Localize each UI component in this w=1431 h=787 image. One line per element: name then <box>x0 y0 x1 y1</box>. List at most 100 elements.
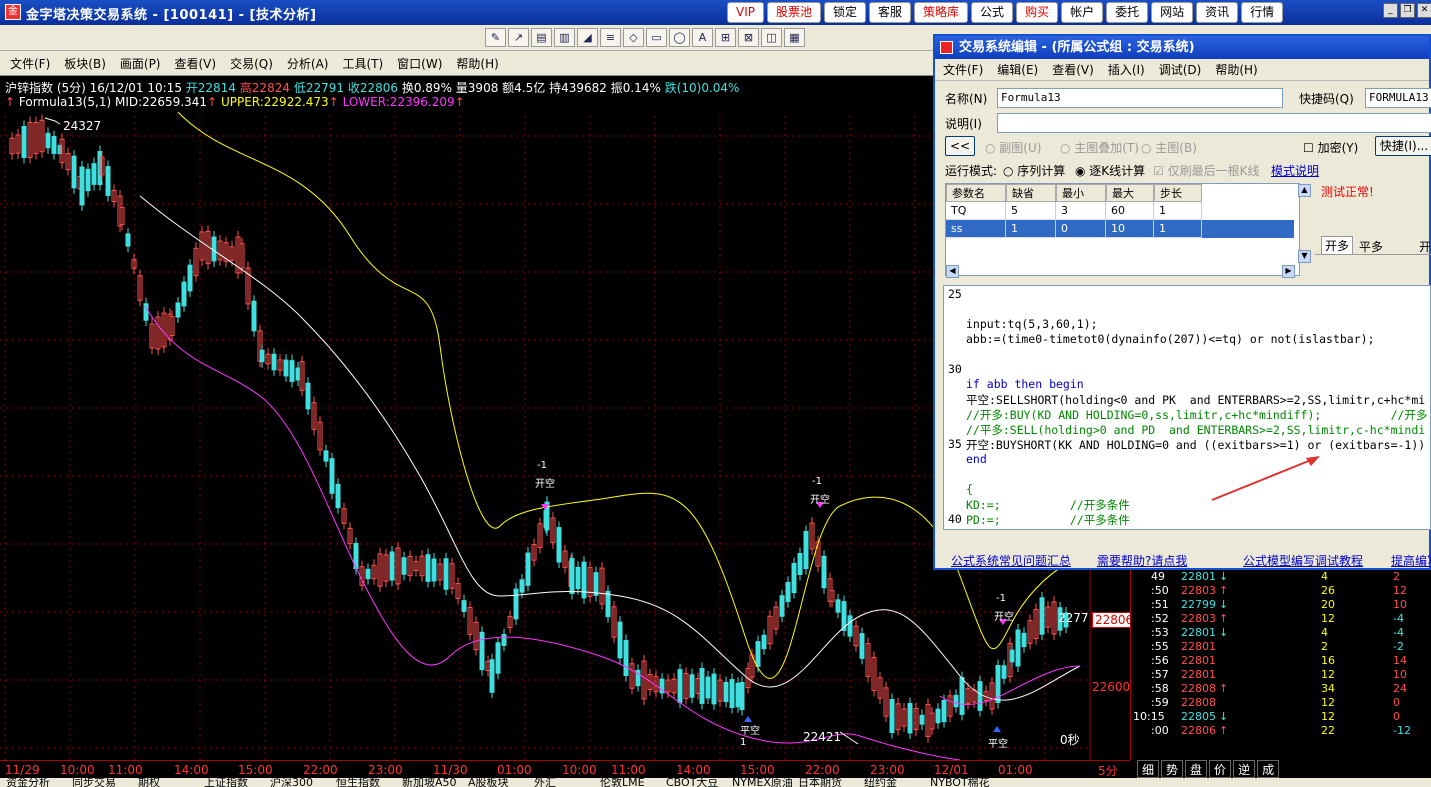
status-item[interactable]: 沪深300 <box>270 778 313 787</box>
tab-close-long[interactable]: 平多 <box>1359 238 1383 255</box>
detail-tab[interactable]: 成 <box>1257 760 1280 778</box>
scroll-left-icon[interactable]: ◀ <box>946 265 959 278</box>
drawing-tool-icon[interactable]: ✎ <box>485 28 506 47</box>
detail-tab[interactable]: 价 <box>1209 760 1232 778</box>
top-button[interactable]: 公式 <box>971 2 1014 23</box>
drawing-tool-icon[interactable]: ▤ <box>531 28 552 47</box>
menu-item[interactable]: 交易(Q) <box>230 55 273 72</box>
drawing-tool-icon[interactable]: ▭ <box>646 28 667 47</box>
run-mode-label: 运行模式: <box>945 164 998 178</box>
status-item[interactable]: CBOT大豆 <box>666 778 718 787</box>
drawing-tool-icon[interactable]: ⊠ <box>738 28 759 47</box>
top-button[interactable]: 客服 <box>869 2 912 23</box>
radio-sub-chart[interactable]: ○ 副图(U) <box>985 139 1041 156</box>
bar-date: 16/12/01 10:15 <box>89 81 182 95</box>
top-button[interactable]: VIP <box>727 2 764 23</box>
param-row[interactable]: TQ 5 3 60 1 <box>946 202 1294 220</box>
top-button[interactable]: 锁定 <box>824 2 867 23</box>
detail-tab[interactable]: 盘 <box>1185 760 1208 778</box>
status-item[interactable]: 同步交易 <box>72 778 116 787</box>
menu-item[interactable]: 工具(T) <box>342 55 383 72</box>
dialog-menu-item[interactable]: 查看(V) <box>1052 61 1094 78</box>
status-item[interactable]: 日本期货 <box>798 778 842 787</box>
status-item[interactable]: 外汇 <box>534 778 556 787</box>
dialog-menu-item[interactable]: 编辑(E) <box>997 61 1038 78</box>
scroll-right-icon[interactable]: ▶ <box>1282 265 1295 278</box>
status-item[interactable]: NYBOT棉花 <box>930 778 990 787</box>
drawing-tool-icon[interactable]: ◫ <box>761 28 782 47</box>
mode-per-bar-radio[interactable]: ◉ 逐K线计算 <box>1075 162 1145 179</box>
detail-tab[interactable]: 势 <box>1161 760 1184 778</box>
mode-last-bar-checkbox[interactable]: ☑ 仅刷最后一根K线 <box>1153 162 1259 179</box>
status-item[interactable]: A股板块 <box>468 778 509 787</box>
top-button[interactable]: 股票池 <box>766 2 821 23</box>
dialog-menu-item[interactable]: 帮助(H) <box>1215 61 1257 78</box>
top-button[interactable]: 网站 <box>1151 2 1194 23</box>
tab-open-more[interactable]: 开 <box>1419 238 1431 255</box>
drawing-tool-icon[interactable]: ◢ <box>577 28 598 47</box>
menu-item[interactable]: 板块(B) <box>64 55 106 72</box>
detail-tab[interactable]: 细 <box>1137 760 1160 778</box>
status-item[interactable]: NYMEX原油 <box>732 778 793 787</box>
mode-sequence-radio[interactable]: ○ 序列计算 <box>1003 162 1065 179</box>
status-item[interactable]: 期权 <box>138 778 160 787</box>
drawing-tool-icon[interactable]: ◇ <box>623 28 644 47</box>
close-price: 收22806 <box>347 81 399 95</box>
scroll-down-icon[interactable]: ▼ <box>1298 250 1311 263</box>
minimize-icon[interactable]: _ <box>1383 3 1398 18</box>
status-item[interactable]: 资金分析 <box>6 778 50 787</box>
status-item[interactable]: 伦敦LME <box>600 778 645 787</box>
top-button[interactable]: 策略库 <box>914 2 969 23</box>
encrypt-checkbox[interactable]: ☐ 加密(Y) <box>1303 139 1358 156</box>
close-icon[interactable]: ✕ <box>1417 3 1431 18</box>
radio-main-chart[interactable]: ○ 主图(B) <box>1141 139 1197 156</box>
name-input[interactable]: Formula13 <box>997 88 1283 108</box>
menu-item[interactable]: 分析(A) <box>287 55 329 72</box>
shortcut-input[interactable]: FORMULA13 <box>1365 88 1431 108</box>
candle-body <box>797 553 803 575</box>
drawing-tool-icon[interactable]: ⊞ <box>715 28 736 47</box>
menu-item[interactable]: 画面(P) <box>120 55 161 72</box>
menu-item[interactable]: 帮助(H) <box>456 55 498 72</box>
tick-trade-list[interactable]: 49 22801 ↓ 4 2:50 22803 ↑ 26 12:51 22799 ↓ 20 10:52 2… <box>1130 568 1431 760</box>
top-button[interactable]: 委托 <box>1106 2 1149 23</box>
help-link[interactable]: 需要帮助?请点我 <box>1097 552 1187 569</box>
status-item[interactable]: 纽约金 <box>864 778 897 787</box>
param-row[interactable]: ss 1 0 10 1 <box>946 220 1294 238</box>
help-link[interactable]: 公式模型编写调试教程 <box>1243 552 1363 569</box>
drawing-tool-icon[interactable]: ▦ <box>784 28 805 47</box>
candle-body <box>461 600 467 612</box>
radio-main-overlay[interactable]: ○ 主图叠加(T) <box>1060 139 1139 156</box>
detail-tab[interactable]: 逆 <box>1233 760 1256 778</box>
status-item[interactable]: 上证指数 <box>204 778 248 787</box>
top-button[interactable]: 资讯 <box>1196 2 1239 23</box>
menu-item[interactable]: 窗口(W) <box>397 55 442 72</box>
dialog-menu-item[interactable]: 插入(I) <box>1108 61 1145 78</box>
drawing-tool-icon[interactable]: ↗ <box>508 28 529 47</box>
status-item[interactable]: 新加坡A50 <box>402 778 457 787</box>
dialog-menu-item[interactable]: 调试(D) <box>1159 61 1202 78</box>
mode-help-link[interactable]: 模式说明 <box>1271 162 1319 179</box>
drawing-tool-icon[interactable]: A <box>692 28 713 47</box>
candle-body <box>251 300 257 332</box>
collapse-button[interactable]: << <box>945 136 975 156</box>
top-button[interactable]: 帐户 <box>1061 2 1104 23</box>
scroll-up-icon[interactable]: ▲ <box>1298 184 1311 197</box>
quick-button[interactable]: 快捷(I)... <box>1375 136 1431 156</box>
help-link[interactable]: 公式系统常见问题汇总 <box>951 552 1071 569</box>
description-input[interactable] <box>997 113 1431 133</box>
drawing-tool-icon[interactable]: ≡ <box>600 28 621 47</box>
top-button[interactable]: 购买 <box>1016 2 1059 23</box>
status-item[interactable]: 恒生指数 <box>336 778 380 787</box>
code-editor[interactable]: 25 input:tq(5,3,60,1); abb:=(time0-timetot… <box>943 285 1431 530</box>
tab-open-long[interactable]: 开多 <box>1321 236 1354 254</box>
menu-item[interactable]: 文件(F) <box>10 55 50 72</box>
drawing-tool-icon[interactable]: ▥ <box>554 28 575 47</box>
help-link[interactable]: 提高编写 <box>1391 552 1431 569</box>
drawing-tool-icon[interactable]: ◯ <box>669 28 690 47</box>
parameter-table[interactable]: 参数名 缺省 最小 最大 步长 TQ 5 3 60 1 ss 1 0 10 1 <box>945 183 1300 276</box>
restore-icon[interactable]: ❐ <box>1400 3 1415 18</box>
menu-item[interactable]: 查看(V) <box>175 55 217 72</box>
dialog-menu-item[interactable]: 文件(F) <box>943 61 983 78</box>
top-button[interactable]: 行情 <box>1241 2 1284 23</box>
